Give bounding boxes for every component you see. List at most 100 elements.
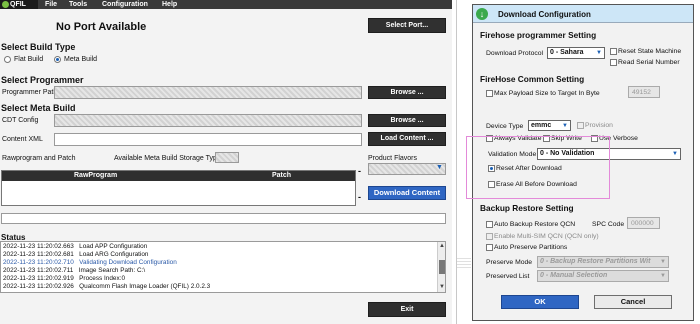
download-icon: ↓ [476,8,488,20]
product-flavors-select[interactable] [368,163,446,175]
scroll-up-icon[interactable]: ▲ [439,243,445,249]
storage-types-select[interactable] [215,152,239,163]
menu-help[interactable]: Help [162,0,177,9]
rawprogram-label: Rawprogram and Patch [2,155,76,162]
log-row: 2022-11-23 11:20:02.663 Load APP Configu… [3,243,147,250]
programmer-browse-button[interactable]: Browse ... [368,86,446,99]
table-header [2,171,355,181]
content-xml-label: Content XML [2,136,43,143]
menu-tools[interactable]: Tools [69,0,87,9]
preserve-mode-label: Preserve Mode [486,259,533,266]
spc-code-input[interactable]: 000000 [627,217,660,229]
cdt-config-field[interactable] [54,114,362,127]
qfil-logo-icon [2,1,9,8]
chevron-down-icon: ▼ [562,123,568,129]
storage-types-label: Available Meta Build Storage Types [114,155,225,162]
preserve-mode-select[interactable]: 0 - Backup Restore Partitions Wit ▼ [537,256,669,268]
menu-file[interactable]: File [45,0,57,9]
firehose-common-heading: FireHose Common Setting [480,74,585,84]
select-port-button[interactable]: Select Port... [368,18,446,33]
meta-build-radio[interactable] [54,56,61,63]
exit-button[interactable]: Exit [368,302,446,317]
build-type-heading: Select Build Type [1,42,76,52]
highlight-annotation-box [466,136,610,199]
firehose-programmer-heading: Firehose programmer Setting [480,30,597,40]
enable-multi-sim-checkbox[interactable] [486,233,493,240]
log-time: 2022-11-23 11:20:02.926 [3,283,74,290]
max-payload-input[interactable]: 49152 [628,86,660,98]
chevron-down-icon: ▼ [660,259,666,265]
rawprogram-table[interactable]: RawProgram Patch [1,170,356,206]
reset-state-machine-checkbox[interactable] [610,48,617,55]
preserved-list-select[interactable]: 0 - Manual Selection ▼ [537,270,669,282]
log-row: 2022-11-23 11:20:02.926 Qualcomm Flash I… [3,283,210,290]
menu-bar: QFIL File Tools Configuration Help [0,0,452,9]
table-header-rawprogram: RawProgram [74,172,118,179]
provision-checkbox[interactable] [577,122,584,129]
log-time: 2022-11-23 11:20:02.663 [3,243,74,250]
download-protocol-label: Download Protocol [486,50,544,57]
cancel-button[interactable]: Cancel [594,295,672,309]
remove-flavor-dash[interactable]: - [358,192,361,202]
table-header-patch: Patch [272,172,292,179]
port-status: No Port Available [56,21,147,33]
preserve-mode-value: 0 - Backup Restore Partitions Wit [540,258,651,265]
window-divider [456,0,457,324]
programmer-path-field[interactable] [54,86,362,99]
remove-entry-dash[interactable]: - [358,166,361,176]
chevron-down-icon: ▼ [672,151,678,157]
log-time: 2022-11-23 11:20:02.919 [3,275,74,282]
auto-preserve-label: Auto Preserve Partitions [494,244,568,251]
status-log[interactable]: 2022-11-23 11:20:02.663 Load APP Configu… [0,241,446,293]
background-texture [457,258,471,268]
chevron-down-icon: ▼ [436,164,443,171]
log-time: 2022-11-23 11:20:02.710 [3,259,74,266]
dialog-titlebar[interactable]: ↓ Download Configuration [473,5,693,23]
auto-preserve-checkbox[interactable] [486,244,493,251]
read-serial-number-label: Read Serial Number [618,59,680,66]
device-type-select[interactable]: emmc ▼ [528,120,571,131]
progress-bar [1,213,446,224]
log-row: 2022-11-23 11:20:02.711 Image Search Pat… [3,267,145,274]
product-flavors-label: Product Flavors [368,155,418,162]
cdt-browse-button[interactable]: Browse ... [368,114,446,127]
chevron-down-icon: ▼ [596,50,602,56]
programmer-path-label: Programmer Path [2,89,58,96]
content-xml-field[interactable] [54,133,362,146]
status-scrollbar[interactable]: ▲ ▼ [437,242,445,292]
backup-restore-heading: Backup Restore Setting [480,203,574,213]
log-row: 2022-11-23 11:20:02.681 Load ARG Configu… [3,251,148,258]
max-payload-label: Max Payload Size to Target In Byte [494,90,600,97]
scroll-thumb[interactable] [439,260,445,274]
log-time: 2022-11-23 11:20:02.681 [3,251,74,258]
enable-multi-sim-label: Enable Multi-SIM QCN (QCN only) [494,233,599,240]
menu-configuration[interactable]: Configuration [102,0,148,9]
log-row: 2022-11-23 11:20:02.710 Validating Downl… [3,259,177,266]
ok-button[interactable]: OK [501,295,579,309]
scroll-down-icon[interactable]: ▼ [439,284,445,290]
device-type-value: emmc [531,122,552,129]
meta-build-heading: Select Meta Build [1,103,76,113]
download-content-button[interactable]: Download Content [368,186,446,200]
auto-backup-label: Auto Backup Restore QCN [494,221,576,228]
qfil-logo: QFIL [0,0,38,9]
log-message: Load APP Configuration [79,243,148,250]
log-message: Load ARG Configuration [79,251,149,258]
dialog-title: Download Configuration [498,10,591,19]
download-protocol-select[interactable]: 0 - Sahara ▼ [547,47,605,59]
load-content-button[interactable]: Load Content ... [368,132,446,146]
provision-label: Provision [585,122,613,129]
log-message: Qualcomm Flash Image Loader (QFIL) 2.0.2… [79,283,211,290]
qfil-logo-text: QFIL [10,1,26,8]
preserved-list-label: Preserved List [486,273,530,280]
log-message: Process Index:0 [79,275,125,282]
read-serial-number-checkbox[interactable] [610,59,617,66]
auto-backup-checkbox[interactable] [486,221,493,228]
qfil-window: QFIL File Tools Configuration Help No Po… [0,0,452,324]
max-payload-checkbox[interactable] [486,90,493,97]
flat-build-radio[interactable] [4,56,11,63]
device-type-label: Device Type [486,123,524,130]
log-message: Validating Download Configuration [79,259,177,266]
flat-build-label: Flat Build [14,56,44,63]
reset-state-machine-label: Reset State Machine [618,48,682,55]
